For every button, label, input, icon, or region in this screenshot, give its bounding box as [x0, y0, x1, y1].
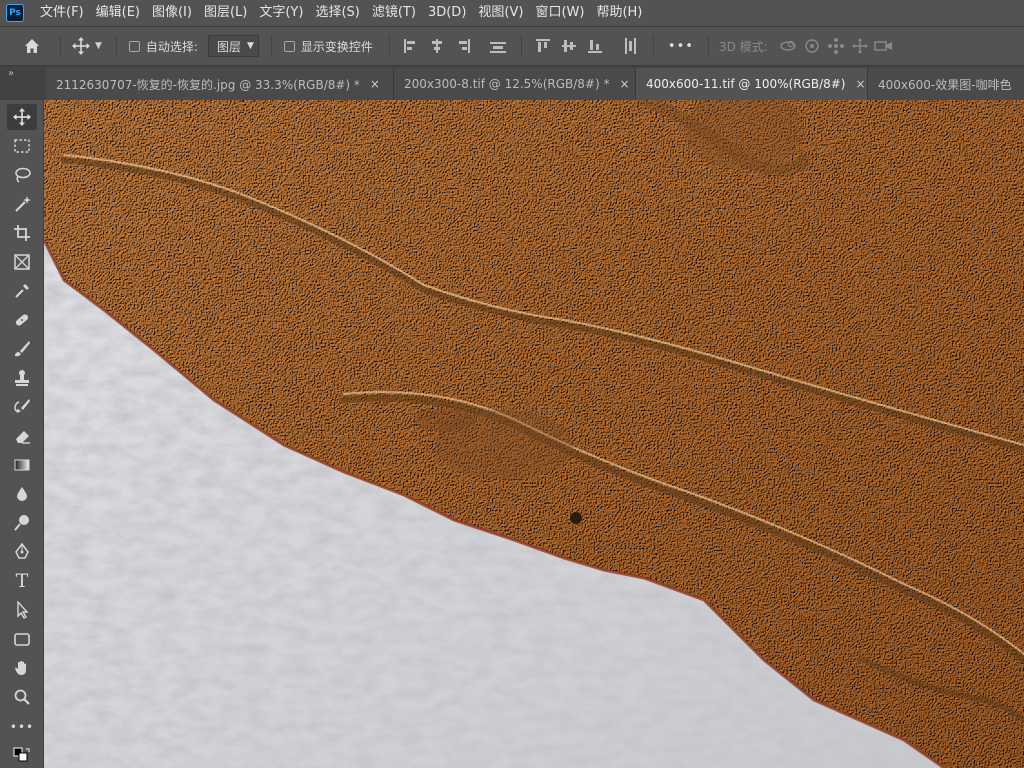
align-horizontal-center-icon[interactable]: [429, 38, 445, 54]
menu-3d[interactable]: 3D(D): [422, 0, 472, 26]
tab-document-3-active[interactable]: 400x600-11.tif @ 100%(RGB/8#) ×: [636, 68, 868, 100]
3d-mode-label: 3D 模式:: [718, 39, 768, 54]
clone-stamp-tool-icon[interactable]: [7, 365, 37, 391]
path-selection-tool-icon[interactable]: [7, 597, 37, 623]
3d-pan-icon[interactable]: [824, 34, 848, 58]
align-vertical-center-icon[interactable]: [561, 38, 577, 54]
menu-type[interactable]: 文字(Y): [253, 0, 309, 26]
menu-help[interactable]: 帮助(H): [590, 0, 648, 26]
menu-filter[interactable]: 滤镜(T): [366, 0, 422, 26]
separator: [270, 35, 272, 57]
tab-document-1[interactable]: 2112630707-恢复的-恢复的.jpg @ 33.3%(RGB/8#) *…: [46, 68, 394, 100]
frame-tool-icon[interactable]: [7, 249, 37, 275]
menu-file[interactable]: 文件(F): [34, 0, 90, 26]
distribute-horizontal-icon[interactable]: [622, 38, 638, 54]
options-bar: ▼ 自动选择: 图层 ▼ 显示变换控件 ••• 3D 模式:: [0, 26, 1024, 66]
eyedropper-tool-icon[interactable]: [7, 278, 37, 304]
tab-label: 2112630707-恢复的-恢复的.jpg @ 33.3%(RGB/8#) *: [56, 77, 360, 92]
separator: [60, 35, 61, 57]
3d-orbit-icon[interactable]: [776, 34, 800, 58]
menu-edit[interactable]: 编辑(E): [90, 0, 146, 26]
chevron-down-icon: ▼: [246, 41, 254, 51]
gradient-tool-icon[interactable]: [7, 452, 37, 478]
align-right-icon[interactable]: [455, 38, 471, 54]
crop-tool-icon[interactable]: [7, 220, 37, 246]
tab-label: 200x300-8.tif @ 12.5%(RGB/8#) *: [404, 77, 610, 91]
toolbox: T •••: [0, 100, 44, 768]
more-options-icon[interactable]: •••: [668, 39, 694, 54]
rectangle-tool-icon[interactable]: [7, 626, 37, 652]
menu-window[interactable]: 窗口(W): [529, 0, 590, 26]
tab-document-2[interactable]: 200x300-8.tif @ 12.5%(RGB/8#) * ×: [394, 68, 636, 100]
show-transform-checkbox[interactable]: [283, 40, 295, 52]
marquee-tool-icon[interactable]: [7, 133, 37, 159]
blur-tool-icon[interactable]: [7, 481, 37, 507]
separator: [520, 35, 522, 57]
color-swatches-icon[interactable]: [7, 746, 37, 766]
separator: [707, 35, 709, 57]
auto-select-label: 自动选择:: [145, 39, 198, 54]
menu-bar: Ps 文件(F) 编辑(E) 图像(I) 图层(L) 文字(Y) 选择(S) 滤…: [0, 0, 1024, 26]
separator: [388, 35, 390, 57]
close-icon[interactable]: ×: [619, 77, 629, 91]
separator: [115, 35, 117, 57]
auto-select-dropdown[interactable]: 图层 ▼: [207, 35, 259, 57]
auto-select-value: 图层: [216, 39, 241, 54]
menu-layer[interactable]: 图层(L): [198, 0, 253, 26]
type-tool-icon[interactable]: T: [7, 568, 37, 594]
tab-label: 400x600-效果图-咖啡色: [878, 77, 1012, 92]
more-tools-icon[interactable]: •••: [7, 714, 37, 740]
brush-tool-icon[interactable]: [7, 336, 37, 362]
menu-select[interactable]: 选择(S): [309, 0, 365, 26]
zoom-tool-icon[interactable]: [7, 684, 37, 710]
show-transform-label: 显示变换控件: [300, 39, 373, 54]
home-icon[interactable]: [20, 34, 44, 58]
3d-camera-icon[interactable]: [872, 34, 896, 58]
tab-label: 400x600-11.tif @ 100%(RGB/8#): [646, 77, 846, 91]
lasso-tool-icon[interactable]: [7, 162, 37, 188]
move-tool-icon[interactable]: [69, 34, 93, 58]
separator: [652, 35, 654, 57]
dodge-tool-icon[interactable]: [7, 510, 37, 536]
3d-roll-icon[interactable]: [800, 34, 824, 58]
pen-tool-icon[interactable]: [7, 539, 37, 565]
photoshop-logo: Ps: [6, 4, 24, 22]
tab-document-4[interactable]: 400x600-效果图-咖啡色: [868, 68, 1024, 100]
auto-select-checkbox[interactable]: [128, 40, 140, 52]
hand-tool-icon[interactable]: [7, 655, 37, 681]
eraser-tool-icon[interactable]: [7, 423, 37, 449]
menu-view[interactable]: 视图(V): [472, 0, 529, 26]
magic-wand-tool-icon[interactable]: [7, 191, 37, 217]
canvas-image: [44, 100, 1024, 768]
close-icon[interactable]: ×: [856, 77, 866, 91]
align-bottom-icon[interactable]: [587, 38, 603, 54]
healing-brush-tool-icon[interactable]: [7, 307, 37, 333]
3d-slide-icon[interactable]: [848, 34, 872, 58]
history-brush-tool-icon[interactable]: [7, 394, 37, 420]
panel-collapse-icon[interactable]: »: [0, 66, 46, 100]
close-icon[interactable]: ×: [370, 77, 380, 91]
move-tool-icon[interactable]: [7, 104, 37, 130]
align-top-icon[interactable]: [535, 38, 551, 54]
align-left-icon[interactable]: [403, 38, 419, 54]
distribute-vertical-icon[interactable]: [489, 38, 506, 54]
document-tab-bar: » 2112630707-恢复的-恢复的.jpg @ 33.3%(RGB/8#)…: [0, 66, 1024, 100]
menu-image[interactable]: 图像(I): [146, 0, 198, 26]
chevron-down-icon[interactable]: ▼: [95, 41, 102, 51]
document-canvas[interactable]: [44, 100, 1024, 768]
